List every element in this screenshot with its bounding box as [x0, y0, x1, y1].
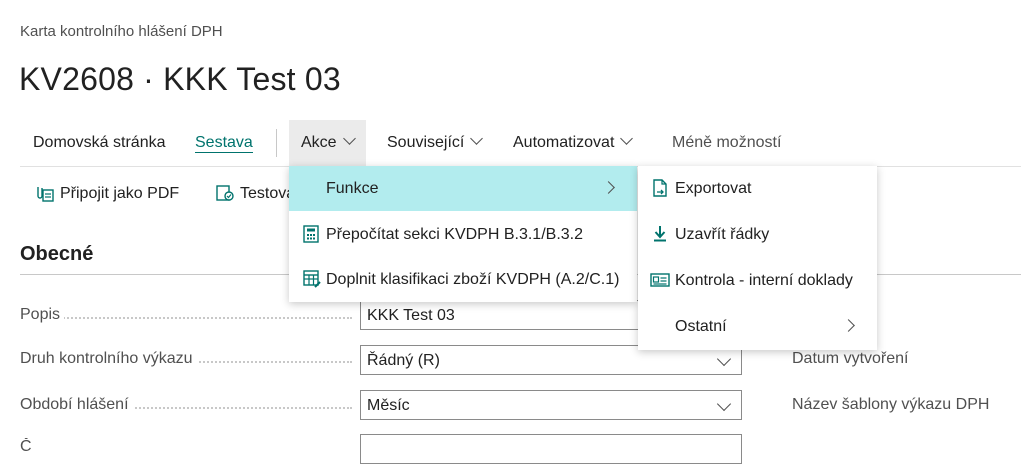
menu-item-other[interactable]: Ostatní	[638, 304, 877, 349]
chevron-down-icon	[716, 351, 732, 367]
chevron-down-icon	[620, 132, 634, 145]
field-label-popis: Popis	[20, 306, 356, 324]
table-edit-icon	[303, 270, 321, 288]
menu-item-close-lines[interactable]: Uzavřít řádky	[638, 212, 877, 257]
related-menu-button[interactable]: Související	[387, 120, 484, 166]
chevron-down-icon	[716, 396, 732, 412]
obdobi-select[interactable]: Měsíc	[360, 390, 742, 420]
chevron-right-icon	[602, 181, 615, 194]
field-label-next: Č	[20, 438, 356, 456]
field-label-obdobi: Období hlášení	[20, 396, 356, 414]
divider	[276, 129, 277, 157]
fewer-options-button[interactable]: Méně možností	[672, 120, 781, 166]
test-button[interactable]: Testova	[216, 176, 295, 212]
attach-pdf-label: Připojit jako PDF	[60, 185, 180, 202]
test-label: Testova	[240, 185, 296, 202]
action-bar: Domovská stránka Sestava Akce Souvisejíc…	[20, 120, 1021, 167]
tab-report[interactable]: Sestava	[195, 120, 253, 166]
menu-item-export[interactable]: Exportovat	[638, 166, 877, 211]
functions-submenu: Exportovat Uzavřít řádky Kontrola - inte…	[638, 166, 877, 350]
field-label-datum: Datum vytvoření	[792, 350, 909, 367]
attach-pdf-icon	[37, 187, 54, 202]
test-report-icon	[216, 185, 234, 201]
menu-item-internal-check[interactable]: Kontrola - interní doklady	[638, 258, 877, 303]
download-icon	[654, 226, 666, 242]
menu-item-funkce[interactable]: Funkce	[289, 166, 637, 211]
actions-menu-button[interactable]: Akce	[289, 120, 366, 166]
chevron-right-icon	[842, 319, 855, 332]
automate-menu-button[interactable]: Automatizovat	[513, 120, 634, 166]
chevron-down-icon	[342, 132, 356, 145]
chevron-down-icon	[470, 132, 484, 145]
export-icon	[653, 179, 667, 197]
id-card-icon	[650, 273, 670, 287]
breadcrumb: Karta kontrolního hlášení DPH	[20, 23, 223, 40]
attach-pdf-button[interactable]: Připojit jako PDF	[36, 176, 179, 212]
section-general[interactable]: Obecné	[20, 243, 93, 266]
field-label-sablona: Název šablony výkazu DPH	[792, 396, 990, 413]
tab-home[interactable]: Domovská stránka	[33, 120, 166, 166]
calculator-icon	[303, 225, 319, 243]
field-label-druh: Druh kontrolního výkazu	[20, 350, 356, 368]
next-input[interactable]	[360, 434, 742, 464]
actions-dropdown: Funkce Přepočítat sekci KVDPH B.3.1/B.3.…	[289, 166, 637, 302]
menu-item-fill-classification[interactable]: Doplnit klasifikaci zboží KVDPH (A.2/C.1…	[289, 257, 637, 302]
page-title: KV2608 · KKK Test 03	[19, 61, 341, 97]
menu-item-recalculate[interactable]: Přepočítat sekci KVDPH B.3.1/B.3.2	[289, 212, 637, 257]
